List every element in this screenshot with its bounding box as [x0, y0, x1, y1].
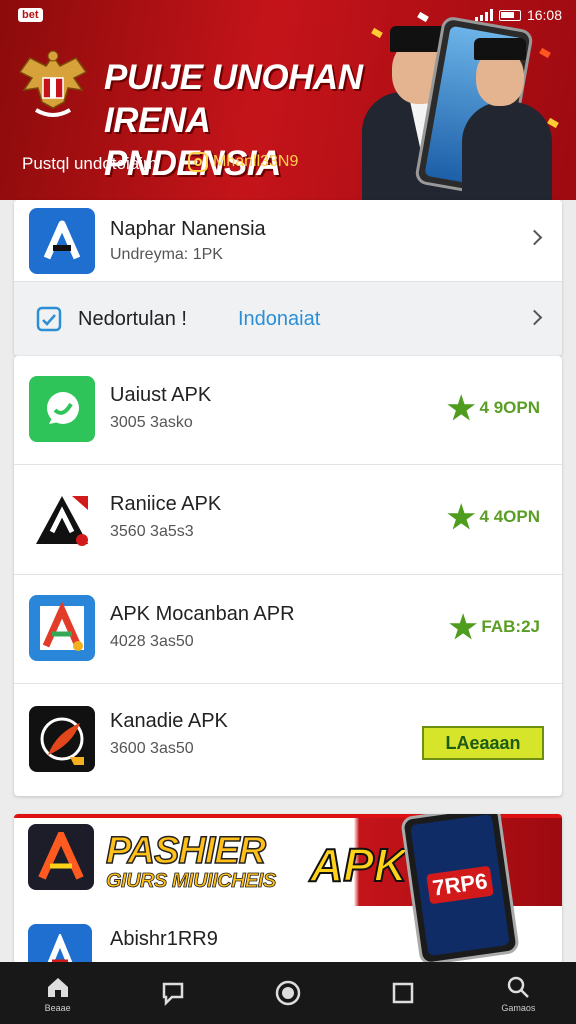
hero-banner[interactable]: PUIJE UNOHAN IRENA PNDENSIA Pustql undot… — [0, 0, 576, 200]
star-icon: ★ — [448, 609, 478, 645]
letter-a-icon — [29, 595, 95, 661]
chat-bubble-icon — [29, 376, 95, 442]
promo-subtitle: GIURS MIUIICHEIS — [106, 870, 277, 893]
chat-icon — [162, 982, 184, 1006]
garuda-emblem-icon — [18, 50, 88, 117]
notice-title: Nedortulan ! — [78, 308, 187, 330]
promo-title: PASHIER — [105, 829, 267, 873]
nav-label: Gamaos — [501, 1002, 536, 1013]
banner-title-line: PUIJE UNOHAN — [104, 58, 363, 97]
app-row[interactable]: Kanadie APK 3600 3as50 LAeaaan — [14, 684, 562, 796]
nav-home[interactable]: Beaae — [18, 962, 98, 1024]
clock: 16:08 — [526, 7, 562, 23]
star-icon: ★ — [446, 390, 476, 426]
feather-icon — [29, 706, 95, 772]
nav-chat[interactable] — [133, 962, 213, 1024]
app-a-icon — [28, 924, 92, 964]
status-bar: bet 16:08 — [0, 0, 576, 30]
carrier-label: bet — [18, 8, 43, 22]
top-card: Naphar Nanensia Undreyma: 1PK Nedortulan… — [14, 200, 562, 356]
rating-text: FAB:2J — [481, 617, 540, 636]
app-title: Naphar Nanensia — [110, 218, 266, 240]
chevron-right-icon — [526, 229, 543, 246]
promo-logo-icon — [28, 824, 94, 890]
rating-text: 4 4OPN — [479, 507, 540, 526]
app-meta: 3560 3a5s3 — [110, 523, 194, 540]
check-square-icon — [36, 306, 62, 332]
app-meta: 3600 3as50 — [110, 740, 194, 757]
list-item[interactable]: Nedortulan ! Indonaiat — [14, 282, 562, 356]
app-meta: Undreyma: 1PK — [110, 246, 223, 263]
instagram-icon — [188, 152, 208, 172]
app-row[interactable]: Uaiust APK 3005 3asko ★ 4 9OPN — [14, 356, 562, 465]
app-rating: ★ 4 9OPN — [447, 392, 540, 424]
nav-search[interactable]: Gamaos — [478, 962, 558, 1024]
bottom-navigation: Beaae Gamaos — [0, 962, 576, 1024]
list-item[interactable]: Abishr1RR9 — [14, 910, 414, 964]
battery-icon — [498, 9, 521, 21]
signal-icon — [474, 9, 493, 21]
square-icon — [392, 982, 414, 1004]
app-meta: 3005 3asko — [110, 414, 193, 431]
promo-phone-code: 7RP6 — [426, 865, 494, 905]
app-row[interactable]: APK Mocanban APR 4028 3as50 ★ FAB:2J — [14, 575, 562, 684]
nav-recent[interactable] — [363, 962, 443, 1024]
promo-banner[interactable]: PASHIER GIURS MIUIICHEIS APK 7RP6 Abishr… — [14, 814, 562, 964]
star-icon: ★ — [446, 499, 476, 535]
list-item[interactable]: Naphar Nanensia Undreyma: 1PK — [14, 200, 562, 282]
search-icon — [508, 976, 530, 998]
presenter-figure — [462, 36, 552, 200]
app-badge-button[interactable]: LAeaaan — [422, 726, 544, 760]
chevron-right-icon — [526, 309, 543, 326]
home-icon — [47, 977, 68, 997]
promo-phone-illustration: 7RP6 — [400, 814, 520, 964]
app-title: Uaiust APK — [110, 384, 212, 406]
promo-apk-label: APK — [309, 838, 408, 892]
nav-label: Beaae — [44, 1002, 71, 1013]
app-title: Kanadie APK — [110, 710, 228, 732]
app-title: Abishr1RR9 — [110, 928, 218, 950]
app-title: APK Mocanban APR — [110, 603, 295, 625]
app-meta: 4028 3as50 — [110, 633, 194, 650]
circle-home-icon — [275, 980, 301, 1006]
banner-subtitle: Pustql undotoiaim — [22, 154, 158, 173]
app-list: Uaiust APK 3005 3asko ★ 4 9OPN Raniice A… — [14, 356, 562, 796]
triangle-logo-icon — [29, 487, 95, 553]
handle-text: Mhanll33N9 — [213, 153, 299, 170]
app-title: Raniice APK — [110, 493, 222, 515]
app-a-icon — [29, 208, 95, 274]
app-row[interactable]: Raniice APK 3560 3a5s3 ★ 4 4OPN — [14, 465, 562, 575]
notice-highlight[interactable]: Indonaiat — [238, 308, 320, 331]
nav-center[interactable] — [248, 962, 328, 1024]
rating-text: 4 9OPN — [479, 398, 540, 417]
instagram-handle[interactable]: Mhanll33N9 — [188, 152, 298, 172]
app-rating: ★ FAB:2J — [449, 611, 540, 643]
app-rating: ★ 4 4OPN — [447, 501, 540, 533]
